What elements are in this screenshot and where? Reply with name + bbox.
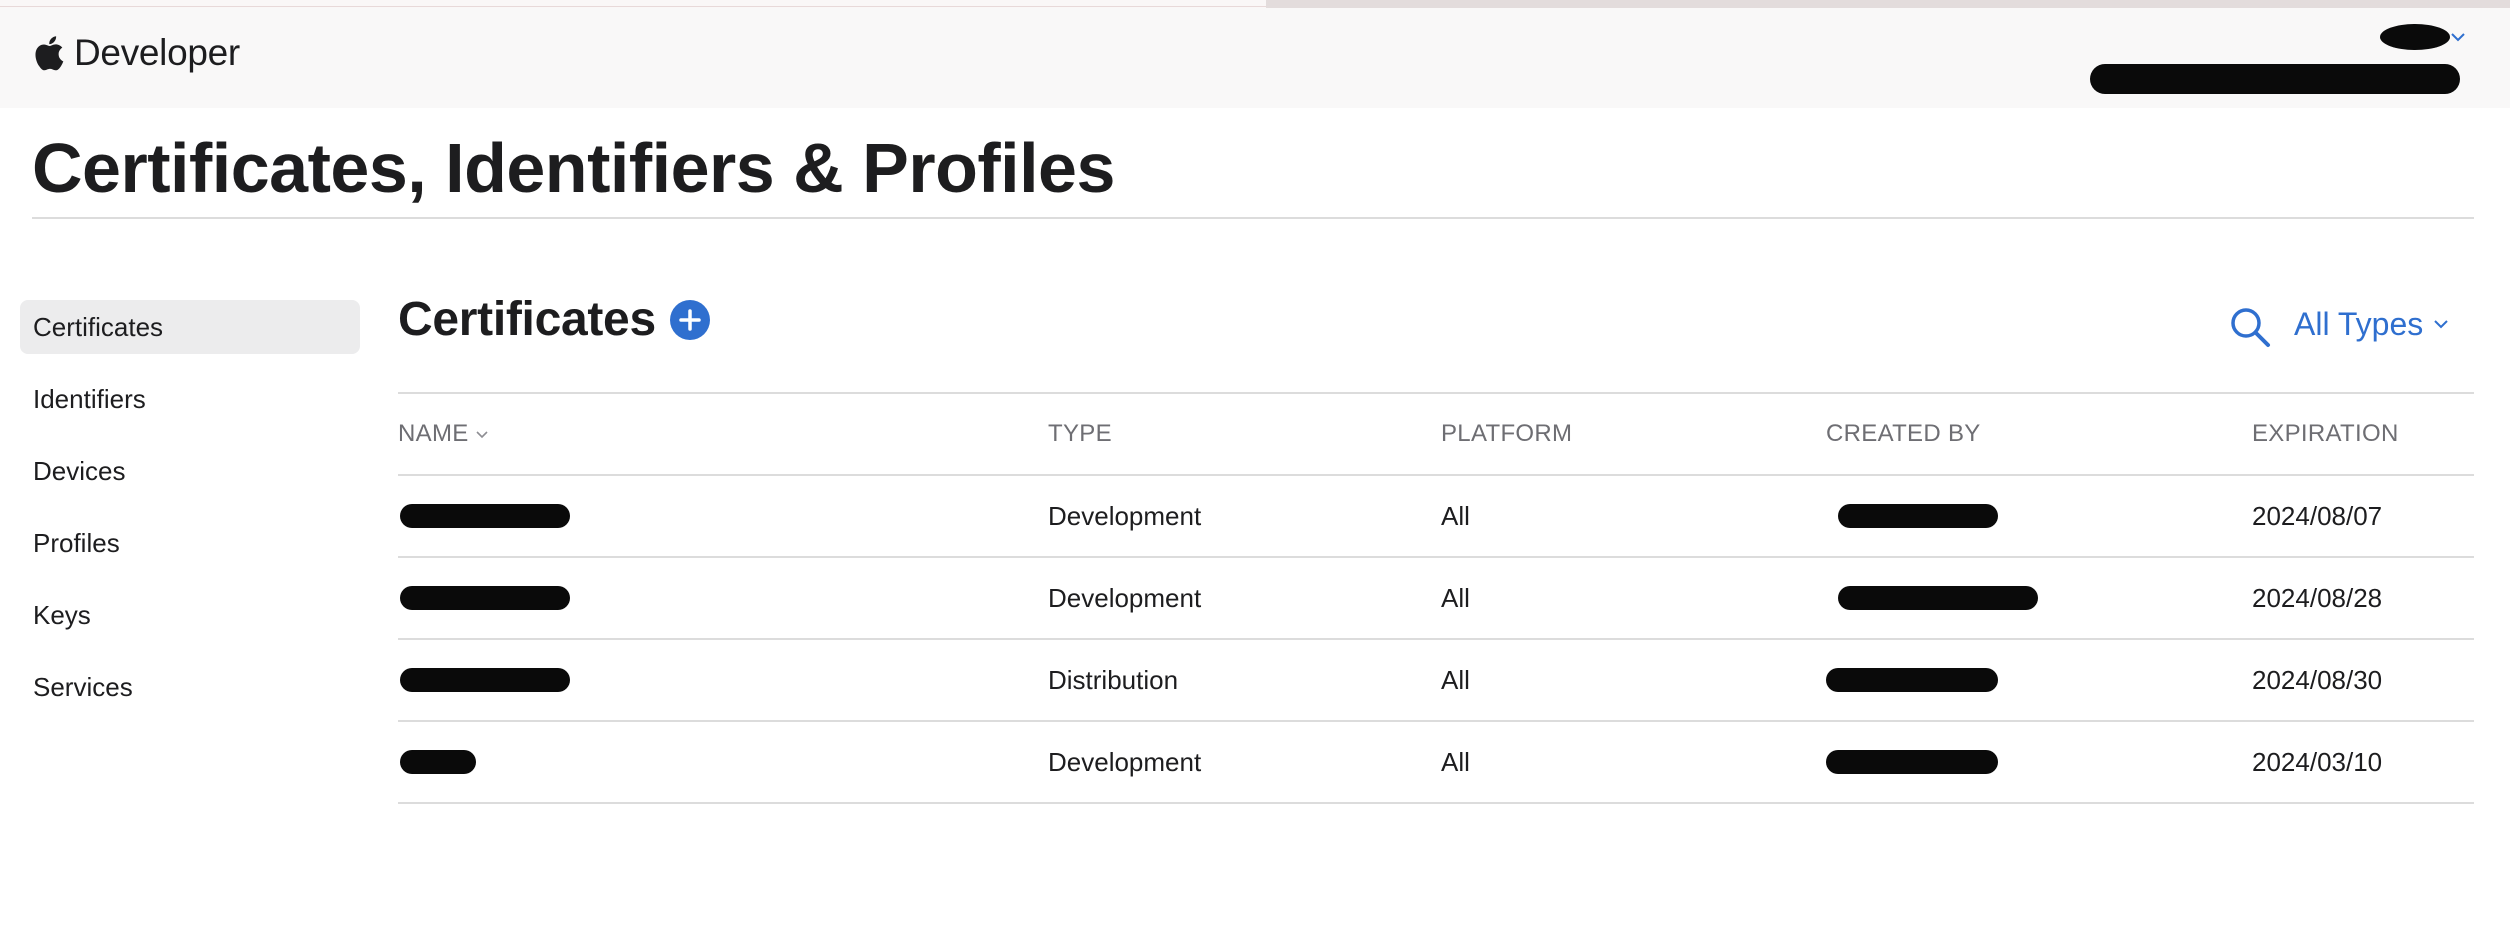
column-header-name[interactable]: NAME (398, 394, 489, 474)
column-header-platform[interactable]: PLATFORM (1441, 394, 1572, 474)
redacted-name (400, 668, 570, 692)
type-cell: Distribution (1048, 665, 1179, 695)
type-cell: Development (1048, 747, 1202, 777)
redacted-name (400, 586, 570, 610)
type-cell: Development (1048, 501, 1202, 531)
column-header-created-by[interactable]: CREATED BY (1826, 394, 1981, 474)
global-header: Developer (0, 8, 2510, 108)
platform-cell: All (1441, 747, 1470, 777)
brand-text: Developer (74, 32, 240, 73)
table-header-row: NAME TYPE PLATFORM CREATED BY EXPIRATION (398, 394, 2474, 476)
column-header-name-label: NAME (398, 420, 469, 447)
sidebar-nav: Certificates Identifiers Devices Profile… (20, 300, 360, 732)
sidebar-item-devices[interactable]: Devices (20, 444, 360, 498)
redacted-name (400, 504, 570, 528)
redacted-name (400, 750, 476, 774)
type-filter-label: All Types (2294, 305, 2424, 342)
redacted-creator (1826, 668, 1998, 692)
column-header-type[interactable]: TYPE (1048, 394, 1112, 474)
browser-top-strip (0, 0, 2510, 8)
certificates-table: NAME TYPE PLATFORM CREATED BY EXPIRATION… (398, 394, 2474, 804)
title-divider (32, 217, 2474, 219)
table-row[interactable]: Development All 2024/08/07 (398, 476, 2474, 558)
sidebar-item-identifiers[interactable]: Identifiers (20, 372, 360, 426)
chevron-down-icon (475, 431, 488, 438)
plus-circle-icon (679, 308, 701, 331)
type-cell: Development (1048, 583, 1202, 613)
platform-cell: All (1441, 501, 1470, 531)
expiration-cell: 2024/08/28 (2252, 583, 2383, 613)
account-menu[interactable] (2080, 16, 2465, 96)
sidebar-item-profiles[interactable]: Profiles (20, 516, 360, 570)
developer-home-link[interactable]: Developer (34, 28, 240, 78)
redacted-creator (1838, 504, 1998, 528)
chevron-down-icon (2434, 320, 2448, 329)
column-header-expiration[interactable]: EXPIRATION (2252, 394, 2399, 474)
page-title: Certificates, Identifiers & Profiles (32, 129, 1115, 207)
type-filter-dropdown[interactable]: All Types (2294, 302, 2449, 346)
section-heading: Certificates (398, 292, 710, 347)
platform-cell: All (1441, 583, 1470, 613)
expiration-cell: 2024/08/07 (2252, 501, 2383, 531)
account-name-redacted (2380, 24, 2450, 50)
team-name-redacted (2090, 64, 2460, 94)
expiration-cell: 2024/03/10 (2252, 747, 2383, 777)
sidebar-item-keys[interactable]: Keys (20, 588, 360, 642)
section-title: Certificates (398, 293, 656, 346)
chevron-down-icon (2451, 33, 2465, 42)
search-icon[interactable] (2228, 305, 2272, 349)
platform-cell: All (1441, 665, 1470, 695)
add-certificate-button[interactable] (669, 299, 710, 340)
sidebar-item-services[interactable]: Services (20, 660, 360, 714)
redacted-creator (1826, 750, 1998, 774)
apple-icon (34, 34, 64, 72)
table-row[interactable]: Development All 2024/08/28 (398, 558, 2474, 640)
sidebar-item-certificates[interactable]: Certificates (20, 300, 360, 354)
table-row[interactable]: Development All 2024/03/10 (398, 722, 2474, 804)
table-row[interactable]: Distribution All 2024/08/30 (398, 640, 2474, 722)
redacted-creator (1838, 586, 2038, 610)
expiration-cell: 2024/08/30 (2252, 665, 2383, 695)
